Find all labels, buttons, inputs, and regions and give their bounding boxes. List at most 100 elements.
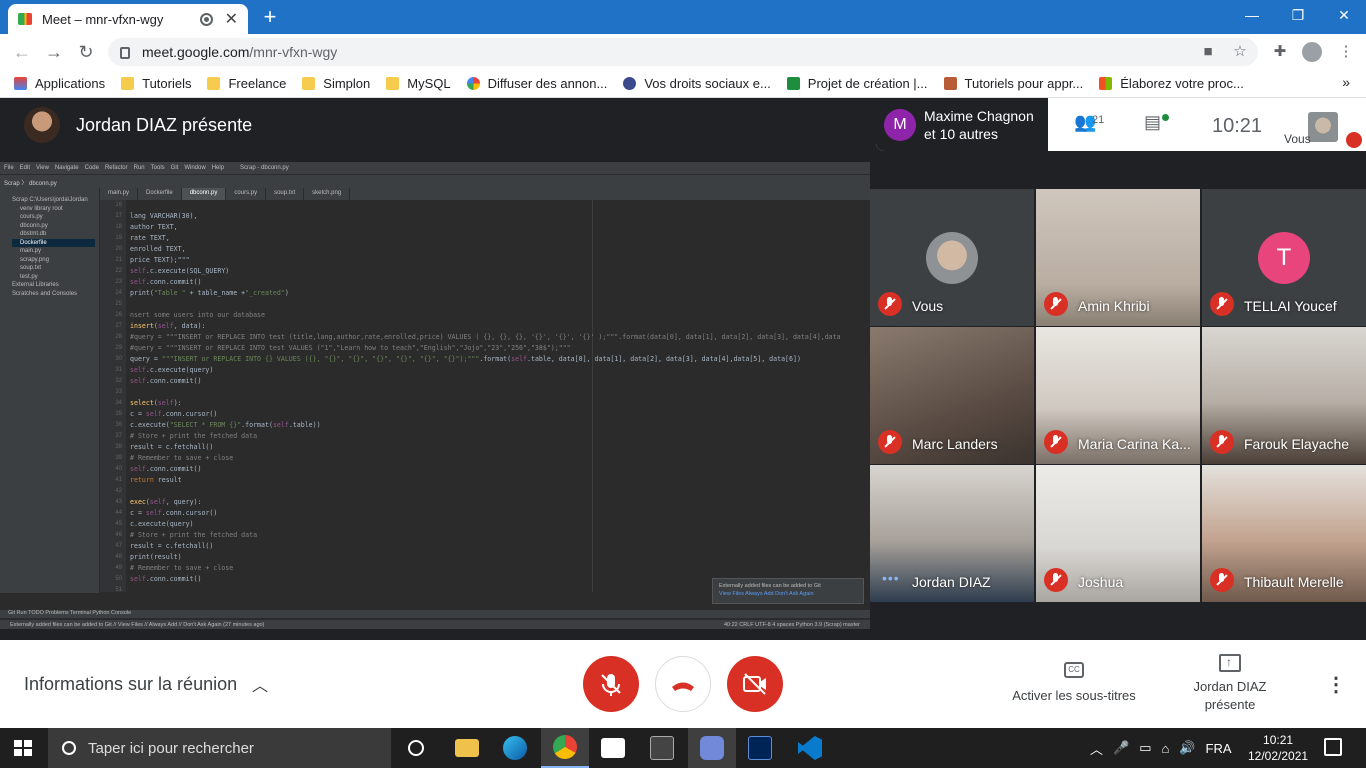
microphone-tray-icon[interactable]: 🎤 [1113, 740, 1129, 756]
back-arrow-icon[interactable]: ← [10, 40, 34, 64]
powershell-icon[interactable] [736, 728, 784, 768]
file-explorer-icon[interactable] [443, 728, 491, 768]
notification-center-icon[interactable] [1324, 738, 1342, 756]
participant-tile-jordan-diaz[interactable]: ••• Jordan DIAZ [870, 465, 1034, 602]
participant-tile-marc-landers[interactable]: Marc Landers [870, 327, 1034, 464]
extensions-puzzle-icon[interactable]: ✚ [1270, 42, 1290, 62]
ide-tool-window-bar: Git Run TODO Problems Terminal Python Co… [0, 610, 870, 618]
presentation-button[interactable]: Jordan DIAZ présente [1180, 653, 1280, 714]
store-icon[interactable] [589, 728, 637, 768]
captions-button[interactable]: CC Activer les sous-titres [1004, 662, 1144, 703]
ide-line-number: 17 [115, 213, 122, 219]
bookmark-tutoriels[interactable]: Tutoriels [121, 76, 191, 91]
recording-indicator-icon [199, 12, 213, 26]
camera-off-button[interactable] [727, 656, 783, 712]
profile-avatar[interactable] [1302, 42, 1322, 62]
taskbar-search-box[interactable]: Taper ici pour rechercher [48, 728, 391, 768]
participant-tile-vous[interactable]: Vous [870, 189, 1034, 326]
meeting-info-button[interactable]: Informations sur la réunion [24, 674, 237, 695]
ide-side-strip [0, 188, 8, 593]
calculator-icon[interactable] [638, 728, 686, 768]
bookmark-freelance[interactable]: Freelance [207, 76, 286, 91]
mic-off-icon [1044, 430, 1068, 454]
bookmarks-bar: Applications Tutoriels Freelance Simplon… [0, 70, 1366, 98]
ide-line-number: 28 [115, 334, 122, 340]
ide-line-number: 34 [115, 400, 122, 406]
participant-tile-amin-khribi[interactable]: Amin Khribi [1036, 189, 1200, 326]
ide-line-number: 23 [115, 279, 122, 285]
mic-off-icon [601, 674, 621, 696]
shared-screen-ide: File Edit View Navigate Code Refactor Run Tools… [0, 162, 870, 629]
mic-off-button[interactable] [583, 656, 639, 712]
address-bar[interactable]: meet.google.com/mnr-vfxn-wgy [108, 38, 1258, 66]
taskbar-clock[interactable]: 10:21 12/02/2021 [1248, 732, 1308, 764]
task-view-icon[interactable] [392, 728, 440, 768]
ide-project-tree: Scrap C:\Users\jorda\Jordan venv library… [8, 188, 100, 593]
chrome-menu-icon[interactable]: ⋮ [1336, 42, 1356, 62]
language-indicator[interactable]: FRA [1206, 741, 1232, 756]
edge-browser-icon[interactable] [491, 728, 539, 768]
ide-git-notification[interactable]: Externally added files can be added to G… [712, 578, 864, 604]
battery-icon[interactable]: ▭ [1139, 740, 1151, 756]
minimize-window-icon[interactable]: — [1238, 4, 1266, 26]
bookmark-diffuser[interactable]: Diffuser des annon... [466, 76, 607, 91]
bookmark-mysql[interactable]: MySQL [386, 76, 451, 91]
close-tab-icon[interactable]: ✕ [225, 9, 238, 29]
ide-breadcrumb: Scrap 〉 dbconn.py [0, 174, 870, 188]
people-count: 21 [1092, 114, 1105, 126]
system-tray: ︿ 🎤 ▭ ⌂ 🔊 FRA [1090, 728, 1232, 768]
apps-grid-icon [14, 77, 27, 90]
discord-icon[interactable] [688, 728, 736, 768]
bookmark-applications[interactable]: Applications [14, 76, 105, 91]
participant-tile-farouk-elayache[interactable]: Farouk Elayache [1202, 327, 1366, 464]
microsoft-icon [1099, 77, 1113, 90]
windows-start-icon[interactable] [14, 740, 32, 756]
leave-call-button[interactable] [655, 656, 711, 712]
bookmark-star-icon[interactable]: ☆ [1230, 42, 1250, 62]
more-bookmarks-button[interactable]: » [1342, 74, 1350, 90]
camera-in-use-icon[interactable]: ■ [1198, 42, 1218, 62]
bookmark-simplon[interactable]: Simplon [302, 76, 370, 91]
participant-tile-tellai-youcef[interactable]: T TELLAI Youcef [1202, 189, 1366, 326]
mic-off-icon [1044, 568, 1068, 592]
ide-line-number: 48 [115, 554, 122, 560]
folder-icon [386, 77, 400, 90]
self-label: Vous [1284, 132, 1311, 146]
participant-avatar: M [884, 108, 916, 141]
mic-off-icon [1346, 132, 1362, 148]
chat-unread-dot [1162, 114, 1169, 121]
reload-icon[interactable]: ↻ [74, 40, 98, 64]
bookmark-projet-creation[interactable]: Projet de création |... [786, 76, 928, 91]
forward-arrow-icon[interactable]: → [42, 40, 66, 64]
more-options-icon[interactable]: ⋮ [1326, 672, 1346, 697]
bookmark-tutoriels-appr[interactable]: Tutoriels pour appr... [943, 76, 1083, 91]
restore-window-icon[interactable]: ❐ [1284, 4, 1312, 26]
mic-off-icon [1210, 292, 1234, 316]
participants-summary[interactable]: M Maxime Chagnon et 10 autres [876, 98, 1048, 151]
chevron-up-icon[interactable]: ︿ [252, 672, 268, 696]
browser-tab-meet[interactable]: Meet – mnr-vfxn-wgy ✕ [8, 4, 248, 34]
new-tab-button[interactable]: + [260, 4, 280, 30]
site-favicon-icon [786, 77, 800, 90]
bookmark-elaborez[interactable]: Élaborez votre proc... [1099, 76, 1244, 91]
ide-line-number: 32 [115, 378, 122, 384]
show-hidden-icons-icon[interactable]: ︿ [1090, 739, 1103, 758]
participant-tile-joshua[interactable]: Joshua [1036, 465, 1200, 602]
volume-icon[interactable]: 🔊 [1179, 740, 1195, 756]
url-path: /mnr-vfxn-wgy [249, 44, 338, 60]
chrome-icon[interactable] [541, 728, 589, 768]
mic-off-icon [878, 292, 902, 316]
mic-off-icon [1210, 568, 1234, 592]
close-window-icon[interactable]: ✕ [1330, 4, 1358, 26]
participant-name: Maria Carina Ka... [1078, 436, 1191, 452]
ide-line-number: 42 [115, 488, 122, 494]
self-video-thumbnail[interactable] [1308, 112, 1338, 142]
bookmark-droits-sociaux[interactable]: Vos droits sociaux e... [623, 76, 771, 91]
network-icon[interactable]: ⌂ [1162, 741, 1170, 756]
ide-line-numbers: 16 17 18 19 20 21 22 23 24 25 26 27 28 29 30 31 32 33 34 35… [100, 200, 126, 593]
folder-icon [121, 77, 135, 90]
participant-tile-thibault-merelle[interactable]: Thibault Merelle [1202, 465, 1366, 602]
participant-name: Marc Landers [912, 436, 998, 452]
participant-tile-maria-carina[interactable]: Maria Carina Ka... [1036, 327, 1200, 464]
vscode-icon[interactable] [786, 728, 834, 768]
